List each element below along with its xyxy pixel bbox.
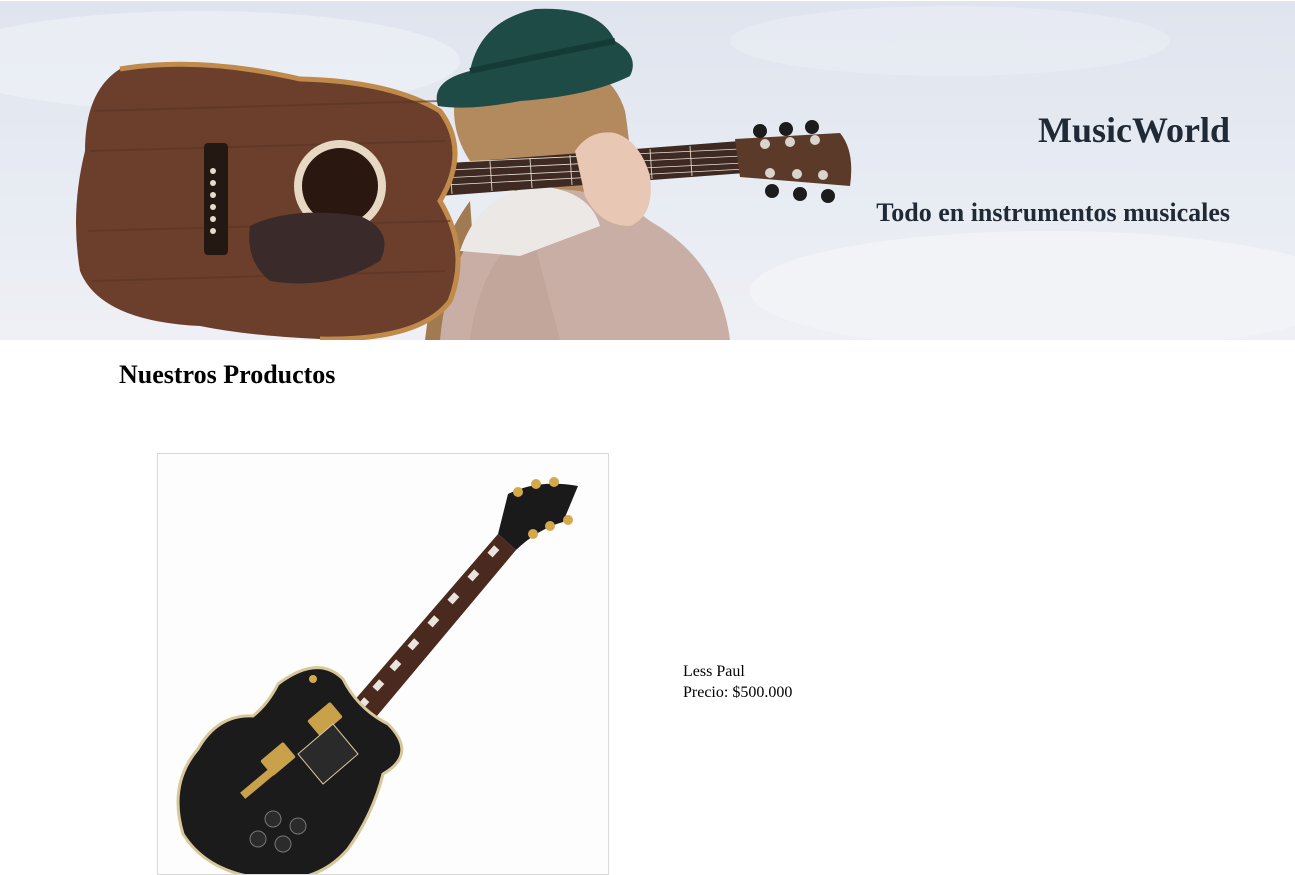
product-image-card[interactable] — [157, 453, 609, 875]
product-price-line: Precio: $500.000 — [683, 682, 792, 703]
hero-image — [0, 6, 1295, 340]
price-label: Precio: — [683, 684, 729, 701]
product-image — [176, 477, 578, 874]
site-title: MusicWorld — [1037, 110, 1230, 150]
site-subtitle: Todo en instrumentos musicales — [876, 198, 1230, 227]
product-price: $500.000 — [732, 684, 793, 701]
section-title: Nuestros Productos — [119, 360, 336, 389]
product-details: Less Paul Precio: $500.000 — [683, 661, 792, 703]
product-name: Less Paul — [683, 663, 745, 680]
hero-banner: MusicWorld Todo en instrumentos musicale… — [0, 1, 1295, 340]
